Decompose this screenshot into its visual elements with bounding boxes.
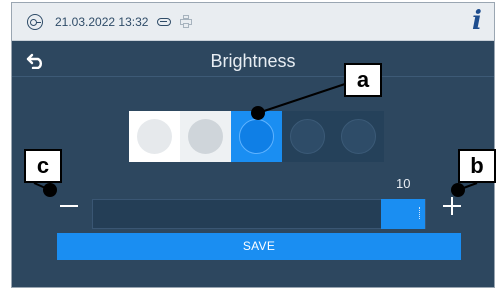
callout-dot-a — [251, 106, 265, 120]
callout-label-a: a — [344, 63, 382, 97]
callout-label-b: b — [458, 149, 496, 183]
callout-label-c: c — [24, 149, 62, 183]
callout-dot-c — [43, 183, 57, 197]
callout-dot-b — [451, 183, 465, 197]
callout-leader-lines — [33, 82, 478, 191]
